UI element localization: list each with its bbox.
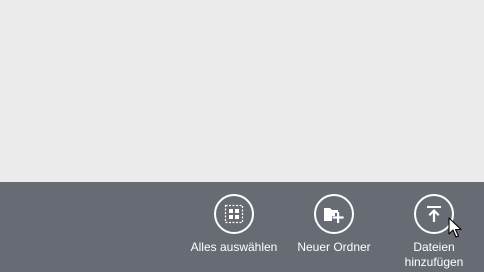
select-all-icon xyxy=(224,204,244,224)
select-all-button[interactable]: Alles auswählen xyxy=(184,194,284,255)
upload-icon xyxy=(427,206,441,222)
new-folder-button[interactable]: Neuer Ordner xyxy=(284,194,384,255)
new-folder-circle xyxy=(314,194,354,234)
new-folder-icon xyxy=(324,208,344,223)
app-bar: Alles auswählen Neuer Ordner Dateien hin… xyxy=(0,182,484,272)
add-files-circle xyxy=(414,194,454,234)
add-files-button[interactable]: Dateien hinzufügen xyxy=(384,194,484,270)
content-area xyxy=(0,0,484,182)
add-files-label: Dateien hinzufügen xyxy=(404,240,464,269)
page: Alles auswählen Neuer Ordner Dateien hin… xyxy=(0,0,484,272)
new-folder-label: Neuer Ordner xyxy=(297,240,371,254)
select-all-circle xyxy=(214,194,254,234)
select-all-label: Alles auswählen xyxy=(190,240,278,254)
